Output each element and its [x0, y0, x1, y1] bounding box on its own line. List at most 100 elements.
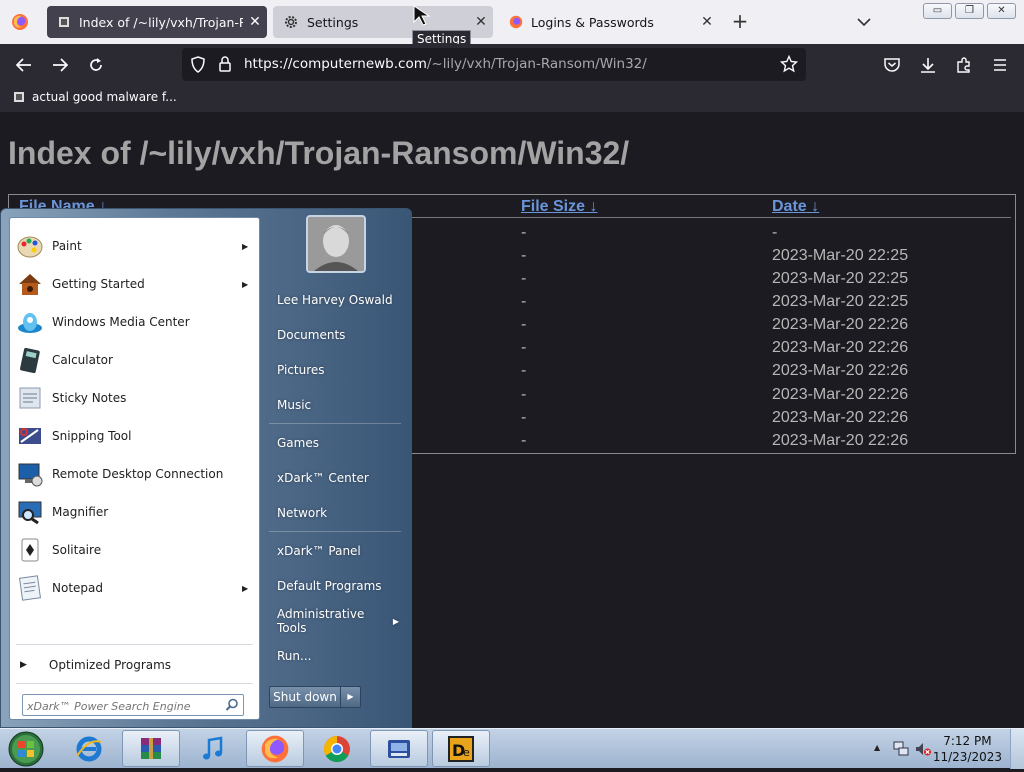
table-cell-date: 2023-Mar-20 22:26	[772, 362, 909, 379]
program-magnifier[interactable]: Magnifier	[14, 494, 254, 530]
program-getting-started[interactable]: Getting Started ▶	[14, 266, 254, 302]
table-cell-date: 2023-Mar-20 22:26	[772, 432, 909, 449]
tab-strip: Index of /~lily/vxh/Trojan-Ransom/Win32/…	[0, 0, 1024, 49]
taskbar-music[interactable]	[184, 730, 242, 767]
program-label: Solitaire	[52, 543, 102, 557]
list-all-tabs-chevron-icon[interactable]	[852, 10, 876, 34]
firefox-view-button[interactable]	[0, 0, 40, 44]
chrome-icon	[323, 735, 350, 762]
url-bar[interactable]: https://computernewb.com/~lily/vxh/Troja…	[182, 48, 806, 81]
notepad-icon	[14, 572, 46, 604]
show-desktop-button[interactable]	[1010, 729, 1024, 769]
tracking-shield-icon[interactable]	[190, 56, 206, 73]
close-tab-icon[interactable]: ✕	[695, 14, 719, 30]
remote-desktop-icon	[14, 458, 46, 490]
music-link[interactable]: Music	[269, 390, 405, 420]
shutdown-options-arrow-icon[interactable]: ▶	[341, 686, 361, 708]
program-paint[interactable]: Paint ▶	[14, 228, 254, 264]
xdark-panel-link[interactable]: xDark™ Panel	[269, 536, 405, 566]
program-snipping-tool[interactable]: Snipping Tool	[14, 418, 254, 454]
divider	[16, 644, 253, 645]
windows-orb-icon	[8, 731, 44, 767]
divider	[269, 423, 401, 424]
network-icon[interactable]	[892, 740, 910, 758]
program-label: Remote Desktop Connection	[52, 467, 224, 481]
sticky-notes-icon	[14, 382, 46, 414]
administrative-tools-label: Administrative Tools	[277, 607, 365, 635]
submenu-arrow-icon: ▶	[242, 583, 249, 593]
back-arrow-icon[interactable]	[12, 53, 36, 77]
divider	[16, 683, 253, 684]
games-link[interactable]: Games	[269, 428, 405, 458]
tab-logins-passwords[interactable]: Logins & Passwords ✕	[499, 6, 719, 38]
sort-arrow-icon: ↓	[811, 198, 820, 215]
internet-explorer-icon	[76, 736, 102, 761]
clock[interactable]: 7:12 PM 11/23/2023	[933, 733, 1002, 765]
start-button[interactable]	[4, 730, 48, 768]
show-hidden-icons-arrow-icon[interactable]: ▲	[874, 743, 880, 752]
new-tab-plus-icon[interactable]: +	[728, 10, 752, 34]
column-header-file-size[interactable]: File Size ↓	[521, 198, 597, 216]
tab-index-of[interactable]: Index of /~lily/vxh/Trojan-Ransom/Win32/…	[47, 6, 267, 38]
lock-icon[interactable]	[218, 56, 232, 73]
program-label: Getting Started	[52, 277, 145, 291]
pictures-link[interactable]: Pictures	[269, 355, 405, 385]
hamburger-menu-icon[interactable]	[988, 53, 1012, 77]
documents-link[interactable]: Documents	[269, 320, 405, 350]
taskbar-chrome[interactable]	[308, 730, 366, 767]
downloads-icon[interactable]	[916, 53, 940, 77]
taskbar-xp-app[interactable]	[370, 730, 428, 767]
close-window-button[interactable]: ✕	[987, 3, 1016, 19]
clock-date: 11/23/2023	[932, 750, 1002, 764]
minimize-button[interactable]: ▭	[923, 3, 952, 19]
column-header-label: Date	[772, 198, 807, 215]
taskbar-winrar[interactable]	[122, 730, 180, 767]
taskbar-firefox[interactable]	[246, 730, 304, 767]
network-link[interactable]: Network	[269, 498, 405, 528]
url-path: /~lily/vxh/Trojan-Ransom/Win32/	[426, 56, 647, 72]
program-notepad[interactable]: Notepad ▶	[14, 570, 254, 606]
calculator-icon	[14, 344, 46, 376]
table-cell-date: 2023-Mar-20 22:26	[772, 409, 909, 426]
table-cell-date: 2023-Mar-20 22:26	[772, 316, 909, 333]
url-host: https://computernewb.com	[244, 56, 427, 72]
close-tab-icon[interactable]: ✕	[469, 14, 493, 30]
restore-button[interactable]: ❐	[955, 3, 984, 19]
forward-arrow-icon[interactable]	[48, 53, 72, 77]
program-sticky-notes[interactable]: Sticky Notes	[14, 380, 254, 416]
extensions-puzzle-icon[interactable]	[952, 53, 976, 77]
firefox-icon	[509, 15, 523, 29]
default-programs-link[interactable]: Default Programs	[269, 571, 405, 601]
program-remote-desktop-connection[interactable]: Remote Desktop Connection	[14, 456, 254, 492]
search-input[interactable]	[27, 697, 217, 716]
reload-icon[interactable]	[84, 53, 108, 77]
user-name-link[interactable]: Lee Harvey Oswald	[269, 285, 405, 315]
bookmarks-toolbar: actual good malware f...	[0, 86, 1024, 112]
administrative-tools-link[interactable]: Administrative Tools ▶	[269, 606, 405, 636]
winrar-icon	[141, 737, 161, 759]
program-solitaire[interactable]: Solitaire	[14, 532, 254, 568]
media-center-icon	[14, 306, 46, 338]
shutdown-button[interactable]: Shut down	[269, 686, 341, 708]
run-link[interactable]: Run...	[269, 641, 405, 671]
close-tab-icon[interactable]: ✕	[243, 14, 267, 30]
all-programs-button[interactable]: ▶ Optimized Programs	[20, 658, 171, 672]
xdark-center-link[interactable]: xDark™ Center	[269, 463, 405, 493]
program-windows-media-center[interactable]: Windows Media Center	[14, 304, 254, 340]
taskbar-dexter[interactable]: De	[432, 730, 490, 767]
taskbar: De ▲ 7:12 PM 11/23/2023	[0, 728, 1024, 769]
search-icon[interactable]	[225, 698, 239, 712]
column-header-date[interactable]: Date ↓	[772, 198, 819, 216]
bookmark-label: actual good malware f...	[32, 90, 177, 104]
taskbar-internet-explorer[interactable]	[60, 730, 118, 767]
table-cell-date: -	[772, 224, 778, 241]
svg-text:e: e	[463, 746, 470, 759]
music-icon	[203, 736, 223, 759]
user-avatar[interactable]	[306, 215, 366, 273]
bookmark-star-icon[interactable]	[780, 55, 798, 73]
bookmark-item[interactable]: actual good malware f...	[12, 90, 177, 104]
volume-muted-icon[interactable]	[914, 740, 932, 758]
pocket-icon[interactable]	[880, 53, 904, 77]
program-calculator[interactable]: Calculator	[14, 342, 254, 378]
start-search-box[interactable]	[22, 694, 244, 716]
